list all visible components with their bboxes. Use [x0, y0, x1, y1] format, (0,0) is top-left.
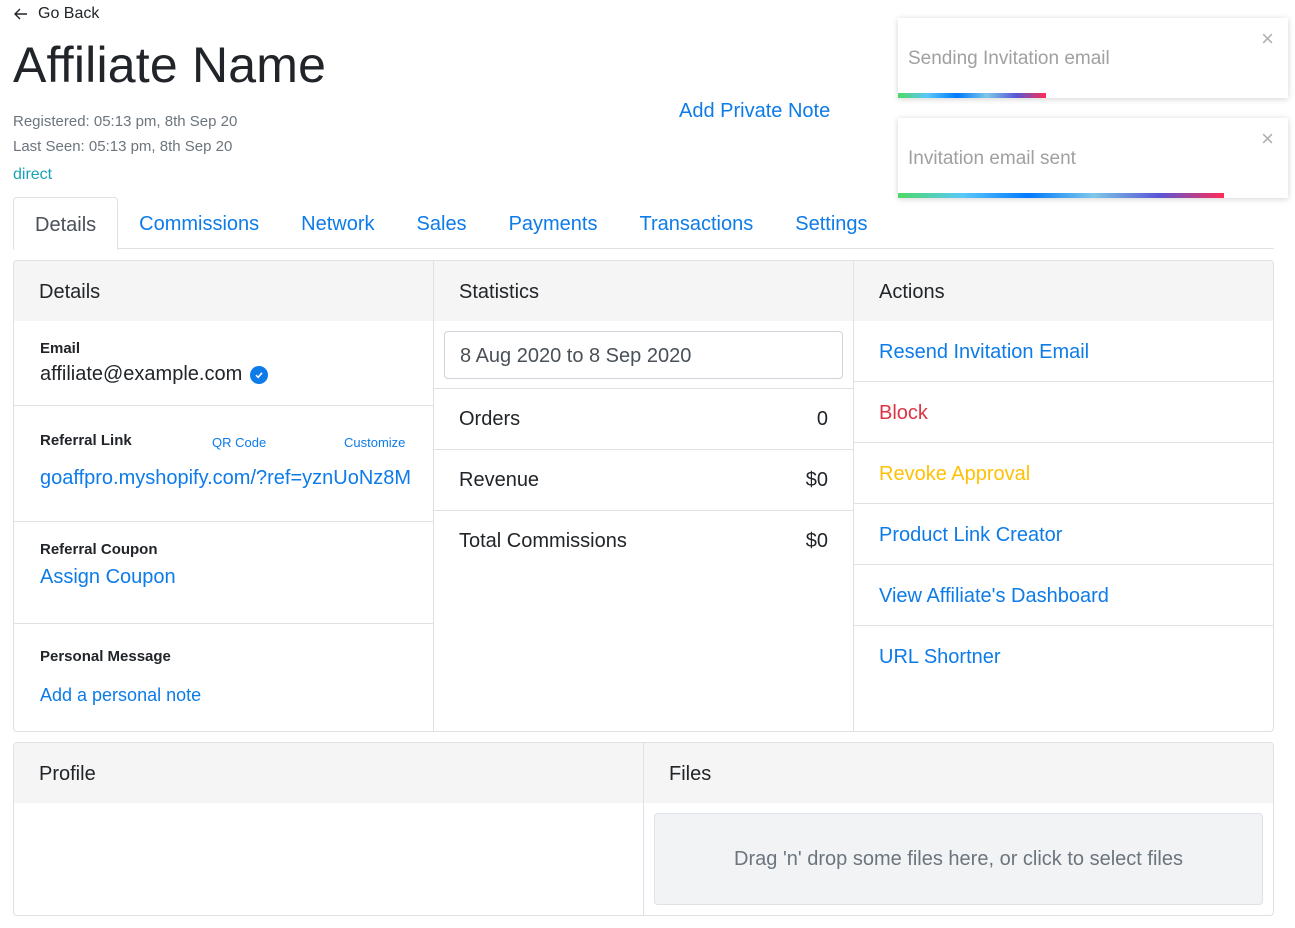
personal-message-label: Personal Message: [40, 648, 171, 665]
add-personal-note-link[interactable]: Add a personal note: [40, 685, 407, 706]
email-field: Email affiliate@example.com: [14, 321, 433, 406]
stat-value: $0: [805, 468, 828, 491]
toast-invitation-sent: Invitation email sent ×: [898, 118, 1288, 198]
stat-row-revenue: Revenue $0: [434, 450, 853, 511]
qr-code-link[interactable]: QR Code: [212, 435, 266, 450]
toast-sending-invitation: Sending Invitation email ×: [898, 18, 1288, 98]
source-link[interactable]: direct: [13, 166, 52, 184]
stat-value: $0: [805, 530, 828, 552]
resend-invitation-email-action[interactable]: Resend Invitation Email: [854, 321, 1273, 382]
tab-bar: Details Commissions Network Sales Paymen…: [13, 197, 1274, 250]
main-card-row: Details Email affiliate@example.com Refe…: [13, 260, 1274, 732]
arrow-left-icon: [14, 8, 27, 20]
view-affiliate-dashboard-action[interactable]: View Affiliate's Dashboard: [854, 565, 1273, 626]
tab-transactions[interactable]: Transactions: [619, 197, 775, 249]
page-title: Affiliate Name: [13, 37, 327, 93]
close-icon[interactable]: ×: [1261, 128, 1274, 150]
actions-heading: Actions: [854, 261, 1273, 321]
profile-heading: Profile: [14, 743, 643, 803]
email-label: Email: [40, 340, 81, 357]
divider: [434, 379, 853, 389]
secondary-card-row: Profile Files Drag 'n' drop some files h…: [13, 742, 1274, 916]
tab-commissions[interactable]: Commissions: [118, 197, 280, 249]
product-link-creator-action[interactable]: Product Link Creator: [854, 504, 1273, 565]
stat-label: Total Commissions: [459, 530, 627, 552]
registered-date: Registered: 05:13 pm, 8th Sep 20: [13, 113, 238, 130]
stat-row-total-commissions: Total Commissions $0: [434, 511, 853, 572]
tab-network[interactable]: Network: [280, 197, 395, 249]
toast-progress-bar: [898, 93, 1047, 98]
toast-progress-bar: [898, 193, 1224, 198]
toast-message: Sending Invitation email: [908, 48, 1110, 69]
revoke-approval-action[interactable]: Revoke Approval: [854, 443, 1273, 504]
verified-check-icon: [250, 365, 269, 384]
stat-label: Revenue: [459, 468, 540, 491]
statistics-panel: Statistics 8 Aug 2020 to 8 Sep 2020 Orde…: [434, 261, 854, 731]
tab-details[interactable]: Details: [13, 197, 119, 250]
referral-coupon-field: Referral Coupon Assign Coupon: [14, 522, 433, 624]
last-seen-date: Last Seen: 05:13 pm, 8th Sep 20: [13, 138, 233, 155]
actions-panel: Actions Resend Invitation Email Block Re…: [854, 261, 1273, 731]
details-heading: Details: [14, 261, 433, 321]
tab-settings[interactable]: Settings: [774, 197, 888, 249]
stat-label: Orders: [459, 407, 521, 430]
date-range-input[interactable]: 8 Aug 2020 to 8 Sep 2020: [444, 331, 843, 379]
stat-row-orders: Orders 0: [434, 389, 853, 450]
tab-sales[interactable]: Sales: [396, 197, 488, 249]
referral-link-field: Referral Link QR Code Customize goaffpro…: [14, 406, 433, 522]
file-dropzone[interactable]: Drag 'n' drop some files here, or click …: [654, 813, 1263, 905]
stat-value: 0: [816, 407, 828, 430]
details-panel: Details Email affiliate@example.com Refe…: [14, 261, 434, 731]
referral-link-url[interactable]: goaffpro.myshopify.com/?ref=yznUoNz8M: [40, 467, 411, 490]
referral-coupon-label: Referral Coupon: [40, 541, 158, 558]
add-private-note-link[interactable]: Add Private Note: [679, 100, 830, 123]
files-panel: Files Drag 'n' drop some files here, or …: [644, 743, 1273, 915]
email-value: affiliate@example.com: [40, 363, 243, 385]
assign-coupon-link[interactable]: Assign Coupon: [40, 566, 407, 589]
statistics-heading: Statistics: [434, 261, 853, 321]
go-back-link[interactable]: Go Back: [14, 5, 99, 23]
block-action[interactable]: Block: [854, 382, 1273, 443]
customize-link[interactable]: Customize: [344, 435, 405, 450]
profile-panel: Profile: [14, 743, 644, 915]
close-icon[interactable]: ×: [1261, 28, 1274, 50]
tab-payments[interactable]: Payments: [488, 197, 619, 249]
go-back-label: Go Back: [38, 5, 100, 22]
files-heading: Files: [644, 743, 1273, 803]
url-shortner-action[interactable]: URL Shortner: [854, 626, 1273, 687]
personal-message-field: Personal Message Add a personal note: [14, 624, 433, 731]
toast-message: Invitation email sent: [908, 148, 1076, 169]
